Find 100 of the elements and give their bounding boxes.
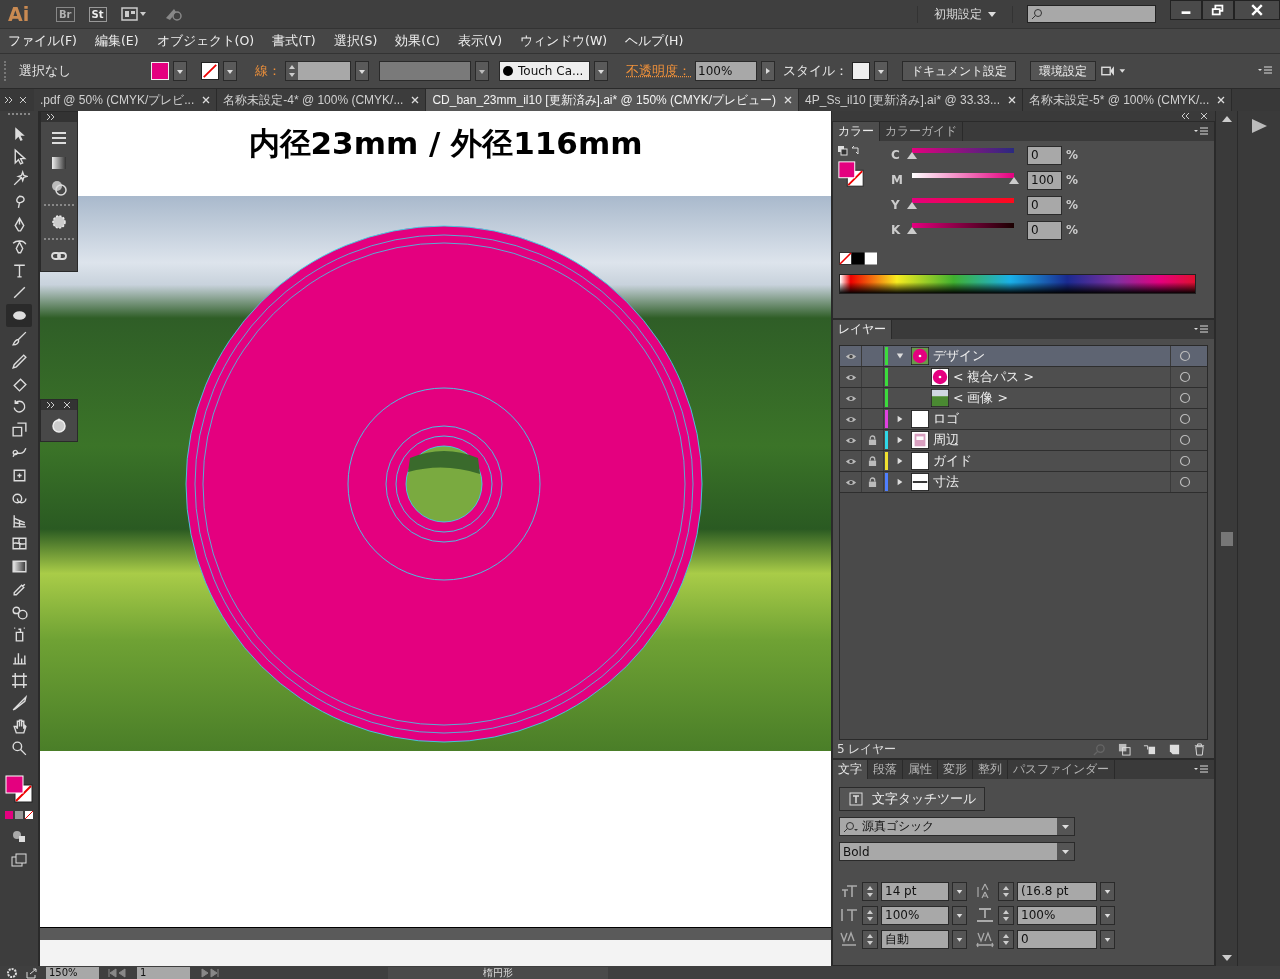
- layer-row[interactable]: 周辺: [840, 430, 1207, 451]
- target-circle-icon[interactable]: [1179, 434, 1191, 446]
- dropdown-button[interactable]: [475, 61, 489, 81]
- disclosure-triangle-icon[interactable]: [896, 478, 904, 486]
- lock-icon[interactable]: [868, 455, 877, 467]
- dropdown-button[interactable]: [1100, 881, 1115, 901]
- variable-width-field[interactable]: [379, 61, 471, 81]
- panel-tab[interactable]: レイヤー: [833, 320, 892, 339]
- font-family-dropdown[interactable]: 源真ゴシック: [839, 817, 1075, 836]
- panel-collapse-icon[interactable]: [46, 113, 56, 121]
- menu-item[interactable]: 書式(T): [272, 32, 316, 50]
- new-sublayer-icon[interactable]: [1143, 742, 1156, 756]
- dropdown-button[interactable]: [173, 61, 187, 81]
- brush-dropdown[interactable]: Touch Ca...: [499, 61, 590, 81]
- scrollbar-thumb[interactable]: [1220, 531, 1233, 546]
- target-circle-icon[interactable]: [1179, 455, 1191, 467]
- panel-tab[interactable]: 文字: [833, 760, 868, 779]
- stroke-weight-field[interactable]: [285, 61, 351, 81]
- eye-icon[interactable]: [844, 351, 857, 361]
- page-nav-icon[interactable]: [198, 967, 220, 978]
- new-layer-icon[interactable]: [1168, 742, 1181, 756]
- disclosure-triangle-icon[interactable]: [896, 457, 904, 465]
- lock-icon[interactable]: [868, 434, 877, 446]
- document-tab[interactable]: CD_ban_23mm_il10 [更新済み].ai* @ 150% (CMYK/プレビュー): [426, 89, 800, 111]
- layout-arrange-icon[interactable]: [120, 6, 147, 22]
- channel-value-field[interactable]: 100: [1027, 170, 1062, 190]
- eye-icon[interactable]: [844, 477, 857, 487]
- menu-item[interactable]: オブジェクト(O): [156, 32, 255, 50]
- panel-tab[interactable]: カラー: [833, 122, 880, 141]
- font-style-dropdown[interactable]: Bold: [839, 842, 1075, 861]
- draw-mode-icon[interactable]: [11, 828, 27, 845]
- app-launcher-button[interactable]: St: [88, 6, 107, 22]
- transparency-panel-icon[interactable]: [50, 179, 68, 197]
- panel-tab[interactable]: 属性: [903, 760, 938, 779]
- stepper-icon[interactable]: [286, 62, 298, 80]
- share-icon[interactable]: [26, 966, 38, 979]
- eye-icon[interactable]: [844, 456, 857, 466]
- type-setting-field[interactable]: 14 pt: [881, 881, 949, 901]
- channel-value-field[interactable]: 0: [1027, 220, 1062, 240]
- appearance-panel-icon[interactable]: [50, 213, 68, 231]
- dropdown-button[interactable]: [1100, 905, 1115, 925]
- page-field[interactable]: 1: [137, 966, 190, 979]
- menu-item[interactable]: ウィンドウ(W): [520, 32, 608, 50]
- tab-close-icon[interactable]: [411, 96, 420, 104]
- stepper-icon[interactable]: [862, 881, 878, 901]
- fill-stroke-swatch[interactable]: [4, 774, 34, 805]
- stroke-label[interactable]: 線：: [255, 62, 281, 80]
- opacity-field[interactable]: 100%: [695, 61, 757, 81]
- scroll-up-icon[interactable]: [1220, 115, 1233, 123]
- panel-tab[interactable]: パスファインダー: [1008, 760, 1115, 779]
- panel-close-icon[interactable]: [1199, 112, 1209, 120]
- panel-close-icon[interactable]: [18, 96, 28, 104]
- tab-close-icon[interactable]: [784, 96, 793, 104]
- menu-item[interactable]: 編集(E): [94, 32, 139, 50]
- color-spectrum-bar[interactable]: [839, 274, 1196, 294]
- type-setting-field[interactable]: 0: [1017, 929, 1097, 949]
- lock-icon[interactable]: [868, 476, 877, 488]
- target-circle-icon[interactable]: [1179, 413, 1191, 425]
- dropdown-button[interactable]: [594, 61, 608, 81]
- document-tab[interactable]: .pdf @ 50% (CMYK/プレビ...: [34, 89, 218, 111]
- target-circle-icon[interactable]: [1179, 392, 1191, 404]
- target-circle-icon[interactable]: [1179, 350, 1191, 362]
- stroke-panel-icon[interactable]: [50, 129, 68, 147]
- fill-swatch[interactable]: [151, 62, 169, 80]
- scroll-down-icon[interactable]: [1220, 954, 1233, 962]
- ellipse-tool-icon[interactable]: [6, 304, 32, 328]
- panel-menu-icon[interactable]: [1194, 324, 1208, 335]
- layer-row[interactable]: ガイド: [840, 451, 1207, 472]
- tab-close-icon[interactable]: [1008, 96, 1016, 104]
- touch-type-button[interactable]: 文字タッチツール: [839, 787, 985, 811]
- document-tab[interactable]: 4P_Ss_il10 [更新済み].ai* @ 33.33...: [799, 89, 1023, 111]
- panel-collapse-icon[interactable]: [4, 96, 14, 104]
- type-setting-field[interactable]: (16.8 pt: [1017, 881, 1097, 901]
- horizontal-scrollbar[interactable]: [40, 927, 831, 940]
- workspace-switcher[interactable]: 初期設定: [917, 5, 1013, 23]
- dropdown-button[interactable]: [952, 905, 967, 925]
- type-setting-field[interactable]: 自動: [881, 929, 949, 949]
- document-tab[interactable]: 名称未設定-4* @ 100% (CMYK/...: [217, 89, 427, 111]
- graphic-style-swatch[interactable]: [852, 62, 870, 80]
- panel-tab[interactable]: 段落: [868, 760, 903, 779]
- stroke-none-swatch[interactable]: [201, 62, 219, 80]
- layer-row[interactable]: < 画像 >: [840, 388, 1207, 409]
- dropdown-button[interactable]: [355, 61, 369, 81]
- panel-tab[interactable]: 整列: [973, 760, 1008, 779]
- minimize-button[interactable]: [1170, 0, 1202, 20]
- target-circle-icon[interactable]: [1179, 371, 1191, 383]
- eye-icon[interactable]: [844, 393, 857, 403]
- tab-close-icon[interactable]: [202, 96, 211, 104]
- dropdown-button[interactable]: [952, 881, 967, 901]
- app-launcher-button[interactable]: Br: [56, 6, 75, 22]
- vertical-scrollbar[interactable]: [1215, 111, 1237, 966]
- quick-swatches[interactable]: [839, 252, 878, 265]
- screen-mode-icon[interactable]: [11, 852, 27, 869]
- stepper-icon[interactable]: [998, 881, 1014, 901]
- zoom-field[interactable]: 150%: [46, 966, 99, 979]
- document-tab[interactable]: 名称未設定-5* @ 100% (CMYK/...: [1023, 89, 1233, 111]
- target-circle-icon[interactable]: [1179, 476, 1191, 488]
- panel-tab[interactable]: カラーガイド: [880, 122, 963, 141]
- panel-menu-icon[interactable]: [1258, 66, 1272, 76]
- layer-row[interactable]: デザイン: [840, 346, 1207, 367]
